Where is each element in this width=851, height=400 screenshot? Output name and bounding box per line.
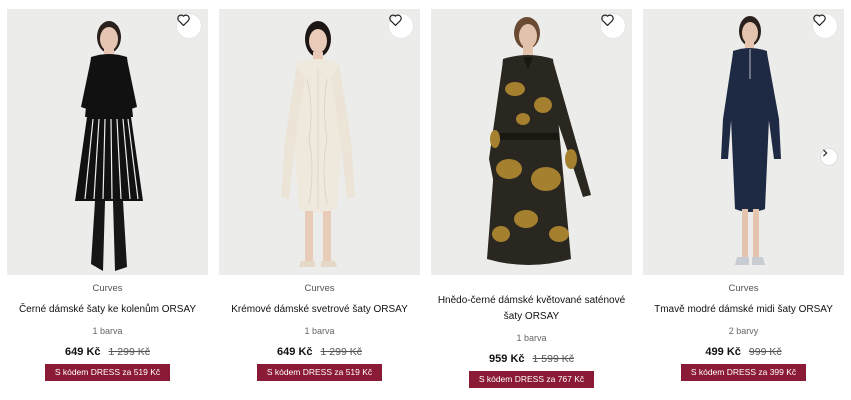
chevron-right-icon [822, 149, 828, 157]
product-old-price: 1 299 Kč [108, 346, 150, 358]
product-name[interactable]: Černé dámské šaty ke kolenům ORSAY [7, 302, 208, 318]
heart-outline-icon [389, 14, 402, 26]
carousel-next-button[interactable] [820, 148, 838, 166]
product-name[interactable]: Tmavě modré dámské midi šaty ORSAY [643, 302, 844, 318]
heart-outline-icon [177, 14, 190, 26]
promo-code-badge[interactable]: S kódem DRESS za 399 Kč [680, 364, 807, 381]
product-color-count: 1 barva [516, 333, 547, 343]
heart-outline-icon [813, 14, 826, 26]
product-image[interactable] [219, 9, 420, 275]
product-old-price: 1 299 Kč [320, 346, 362, 358]
product-color-count: 1 barva [92, 326, 123, 336]
product-name[interactable]: Hnědo-černé dámské květované saténové ša… [431, 293, 632, 325]
wishlist-button[interactable] [177, 14, 201, 38]
wishlist-button[interactable] [813, 14, 837, 38]
product-brand: Curves [304, 283, 335, 294]
product-image[interactable] [7, 9, 208, 275]
product-old-price: 1 599 Kč [532, 353, 574, 365]
product-name[interactable]: Krémové dámské svetrové šaty ORSAY [219, 302, 420, 318]
product-old-price: 999 Kč [748, 346, 782, 358]
product-card[interactable]: Curves Krémové dámské svetrové šaty ORSA… [219, 9, 420, 394]
promo-code-badge[interactable]: S kódem DRESS za 519 Kč [256, 364, 383, 381]
product-brand: Curves [728, 283, 759, 294]
product-price: 959 Kč [489, 353, 525, 365]
product-price: 499 Kč [705, 346, 741, 358]
product-card[interactable]: Curves Černé dámské šaty ke kolenům ORSA… [7, 9, 208, 394]
product-price: 649 Kč [65, 346, 101, 358]
product-image[interactable] [643, 9, 844, 275]
product-carousel: Curves Černé dámské šaty ke kolenům ORSA… [0, 0, 851, 400]
product-color-count: 1 barva [304, 326, 335, 336]
promo-code-badge[interactable]: S kódem DRESS za 519 Kč [44, 364, 171, 381]
wishlist-button[interactable] [389, 14, 413, 38]
heart-outline-icon [601, 14, 614, 26]
product-card[interactable]: Hnědo-černé dámské květované saténové ša… [431, 9, 632, 394]
promo-code-badge[interactable]: S kódem DRESS za 767 Kč [468, 371, 595, 388]
product-card[interactable]: Curves Tmavě modré dámské midi šaty ORSA… [643, 9, 844, 394]
product-brand [431, 281, 632, 293]
wishlist-button[interactable] [601, 14, 625, 38]
product-price: 649 Kč [277, 346, 313, 358]
product-color-count: 2 barvy [728, 326, 759, 336]
product-brand: Curves [92, 283, 123, 294]
product-image[interactable] [431, 9, 632, 275]
